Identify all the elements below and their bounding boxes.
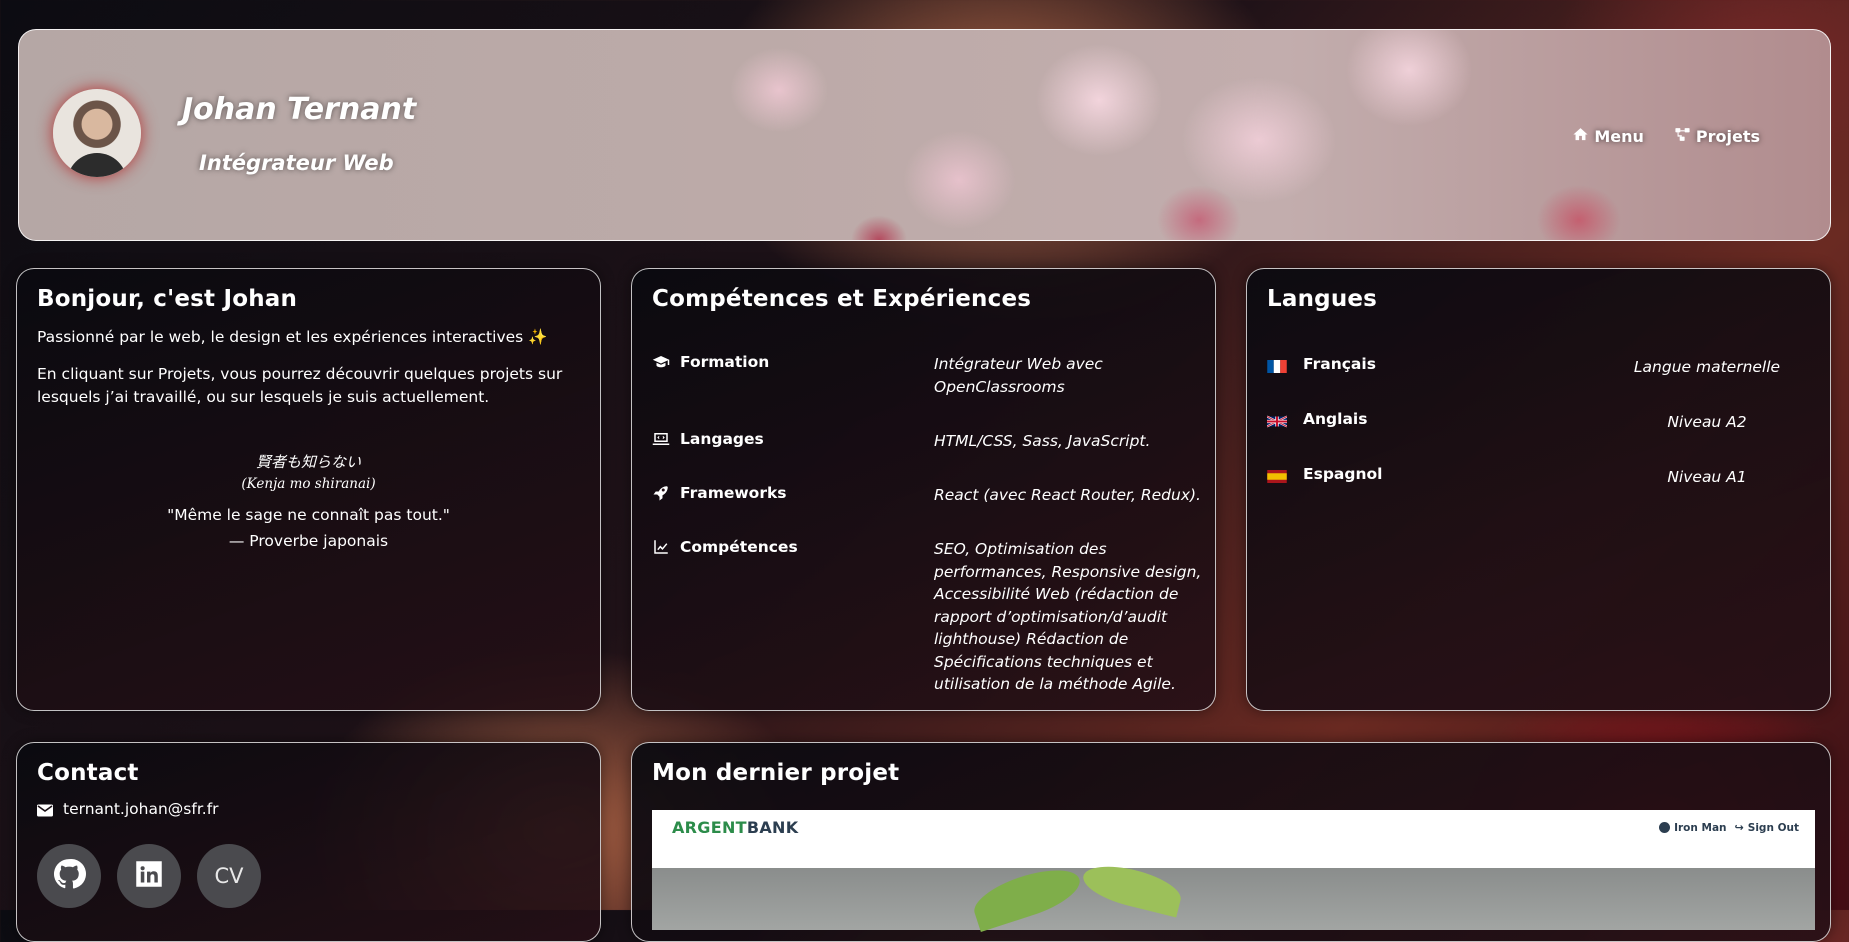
quote-block: 賢者も知らない (Kenja mo shiranai) "Même le sag… xyxy=(37,451,580,550)
skill-label: Formation xyxy=(680,353,770,371)
skill-row-frameworks: Frameworks React (avec React Router, Red… xyxy=(652,484,1201,504)
cv-label: CV xyxy=(214,864,244,888)
user-circle-icon xyxy=(1659,822,1671,833)
nav-projects-label: Projets xyxy=(1695,127,1760,146)
share-nodes-icon xyxy=(1674,126,1691,147)
preview-hero-image xyxy=(652,858,1815,933)
flag-spain-icon xyxy=(1267,468,1287,483)
preview-user: Iron Man xyxy=(1674,821,1727,834)
language-row-french: Français Langue maternelle xyxy=(1267,355,1812,376)
site-owner-role: Intégrateur Web xyxy=(199,151,394,175)
cv-link[interactable]: CV xyxy=(197,844,261,908)
skill-row-competences: Compétences SEO, Optimisation des perfor… xyxy=(652,538,1201,693)
nav-menu-label: Menu xyxy=(1594,127,1644,146)
github-link[interactable] xyxy=(37,844,101,908)
language-label: Anglais xyxy=(1303,410,1368,428)
header-banner: Johan Ternant Intégrateur Web Menu Proje… xyxy=(18,29,1831,241)
language-row-spanish: Espagnol Niveau A1 xyxy=(1267,465,1812,486)
rocket-icon xyxy=(652,484,670,502)
intro-paragraph-2: En cliquant sur Projets, vous pourrez dé… xyxy=(37,365,563,406)
skill-value: React (avec React Router, Redux). xyxy=(934,486,1201,504)
preview-nav: Iron Man ↪ Sign Out xyxy=(1659,821,1799,834)
laptop-code-icon xyxy=(652,430,670,448)
skills-card: Compétences et Expériences Formation Int… xyxy=(631,268,1216,711)
latest-project-title: Mon dernier projet xyxy=(652,760,900,786)
skill-value: HTML/CSS, Sass, JavaScript. xyxy=(934,432,1151,450)
quote-japanese: 賢者も知らない xyxy=(255,453,361,471)
nav-projects-link[interactable]: Projets xyxy=(1674,126,1760,147)
language-row-english: Anglais Niveau A2 xyxy=(1266,410,1812,431)
preview-signout: Sign Out xyxy=(1747,821,1799,834)
intro-paragraph-1: Passionné par le web, le design et les e… xyxy=(37,328,548,346)
intro-title: Bonjour, c'est Johan xyxy=(37,286,298,312)
language-label: Français xyxy=(1303,355,1376,373)
languages-card: Langues Français Langue maternelle Angla… xyxy=(1246,268,1831,711)
contact-title: Contact xyxy=(37,760,139,786)
contact-email-link[interactable]: ternant.johan@sfr.fr xyxy=(63,800,219,818)
sign-out-icon: ↪ xyxy=(1734,821,1744,834)
quote-romaji: (Kenja mo shiranai) xyxy=(241,476,376,492)
flag-uk-icon xyxy=(1266,413,1288,428)
languages-title: Langues xyxy=(1267,286,1378,312)
project-preview[interactable]: ARGENTBANK Iron Man ↪ Sign Out xyxy=(652,810,1815,933)
language-level: Niveau A2 xyxy=(1667,413,1747,431)
intro-card: Bonjour, c'est Johan Passionné par le we… xyxy=(16,268,601,711)
contact-email-row: ternant.johan@sfr.fr xyxy=(37,800,580,818)
home-icon xyxy=(1572,126,1589,147)
latest-project-card: Mon dernier projet ARGENTBANK Iron Man ↪… xyxy=(631,742,1831,942)
github-icon xyxy=(52,857,86,895)
envelope-icon xyxy=(37,803,53,816)
flag-france-icon xyxy=(1267,358,1287,373)
avatar xyxy=(53,89,141,177)
linkedin-link[interactable] xyxy=(117,844,181,908)
skill-row-formation: Formation Intégrateur Web avec OpenClass… xyxy=(652,353,1197,396)
main-nav: Menu Projets xyxy=(1572,126,1760,147)
nav-menu-link[interactable]: Menu xyxy=(1572,126,1644,147)
quote-source: — Proverbe japonais xyxy=(228,532,389,550)
skill-row-langages: Langages HTML/CSS, Sass, JavaScript. xyxy=(652,430,1197,450)
language-level: Niveau A1 xyxy=(1667,468,1747,486)
chart-line-icon xyxy=(652,538,670,556)
language-level: Langue maternelle xyxy=(1633,358,1781,376)
skill-label: Compétences xyxy=(680,538,798,556)
linkedin-icon xyxy=(132,857,166,895)
argent-bank-logo: ARGENTBANK xyxy=(672,818,799,837)
quote-french: "Même le sage ne connaît pas tout." xyxy=(167,506,450,524)
skill-label: Langages xyxy=(680,430,764,448)
language-label: Espagnol xyxy=(1303,465,1383,483)
skill-value: Intégrateur Web avec OpenClassrooms xyxy=(934,355,1103,396)
site-owner-name: Johan Ternant xyxy=(182,92,417,127)
skill-label: Frameworks xyxy=(680,484,787,502)
skills-title: Compétences et Expériences xyxy=(652,286,1032,312)
skill-value: SEO, Optimisation des performances, Resp… xyxy=(934,540,1202,693)
contact-card: Contact ternant.johan@sfr.fr xyxy=(16,742,601,942)
graduation-cap-icon xyxy=(652,353,670,371)
